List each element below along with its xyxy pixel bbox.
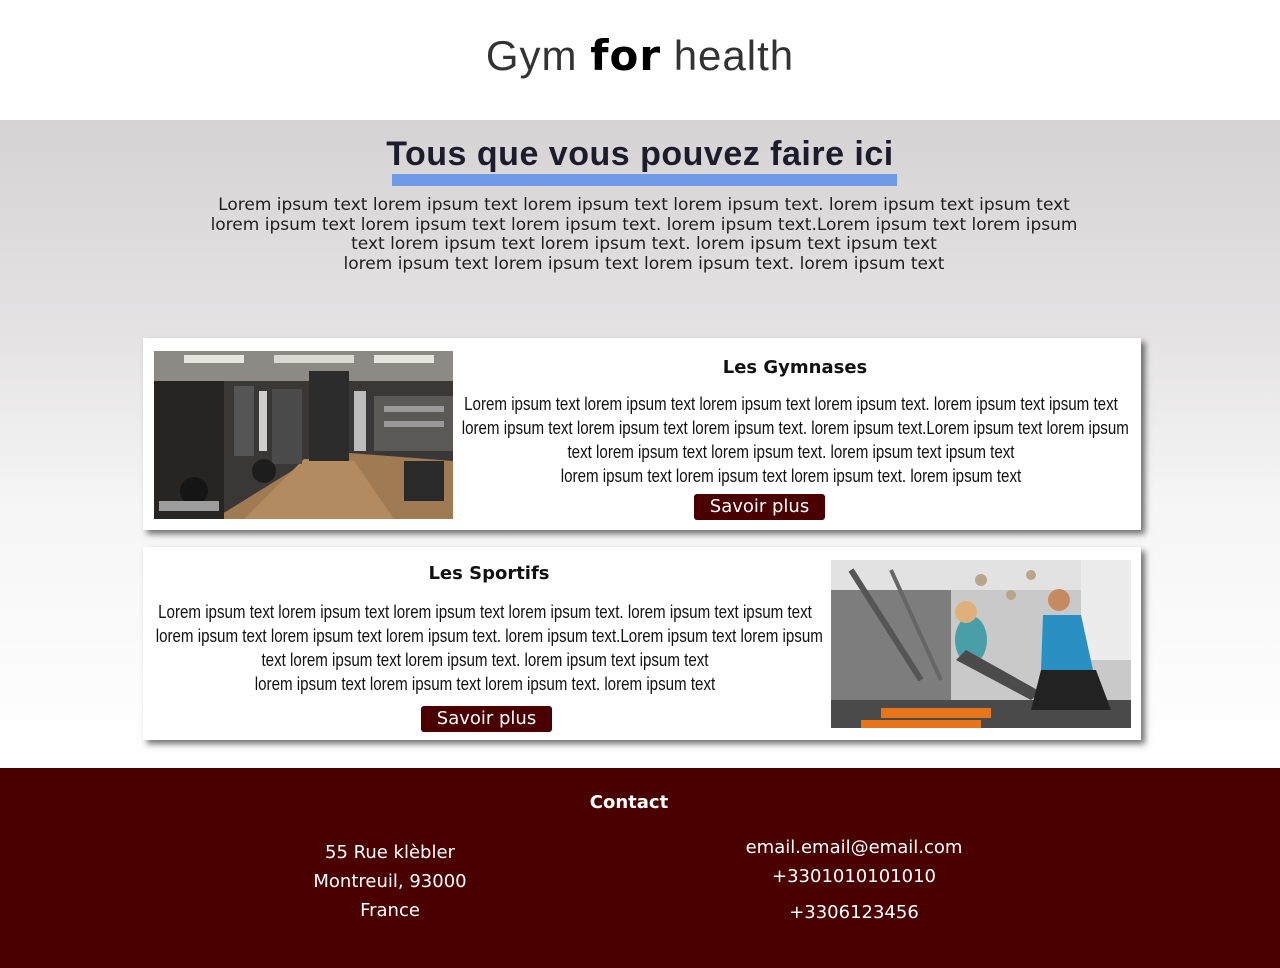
intro-line: lorem ipsum text lorem ipsum text lorem … xyxy=(343,253,945,274)
title-underline-bar xyxy=(392,174,897,186)
trainer-and-athlete-photo xyxy=(831,560,1131,728)
address-street: 55 Rue klèbler xyxy=(325,842,455,863)
contact-phone-link[interactable]: +3306123456 xyxy=(704,901,1004,925)
card-text-line: lorem ipsum text lorem ipsum text lorem … xyxy=(461,418,1129,438)
card-text-line: lorem ipsum text lorem ipsum text lorem … xyxy=(560,466,1022,486)
logo-word-for: for xyxy=(590,31,662,80)
card-text-line: Lorem ipsum text lorem ipsum text lorem … xyxy=(464,394,1118,414)
savoir-plus-button[interactable]: Savoir plus xyxy=(694,494,825,520)
logo-word-health: health xyxy=(661,32,795,79)
card-title: Les Sportifs xyxy=(428,563,550,584)
section-title-text: Tous que vous pouvez faire ici xyxy=(386,135,894,173)
gym-interior-photo xyxy=(154,351,453,519)
section-title: Tous que vous pouvez faire ici xyxy=(0,134,1280,174)
card-text-line: text lorem ipsum text lorem ipsum text. … xyxy=(567,442,1015,462)
card-text-line: lorem ipsum text lorem ipsum text lorem … xyxy=(254,674,716,694)
site-header: Gym for health xyxy=(0,0,1280,120)
site-footer: Contact 55 Rue klèbler Montreuil, 93000 … xyxy=(0,768,1280,968)
card-text-line: lorem ipsum text lorem ipsum text lorem … xyxy=(155,626,823,646)
footer-address: 55 Rue klèbler Montreuil, 93000 France xyxy=(240,838,540,925)
card-text: Lorem ipsum text lorem ipsum text lorem … xyxy=(461,392,1129,488)
address-city: Montreuil, 93000 xyxy=(313,871,467,892)
card-sportifs: Les Sportifs Lorem ipsum text lorem ipsu… xyxy=(143,547,1141,740)
card-title: Les Gymnases xyxy=(722,357,868,378)
logo-word-gym: Gym xyxy=(485,32,591,79)
card-text: Lorem ipsum text lorem ipsum text lorem … xyxy=(155,600,823,696)
main-section: Tous que vous pouvez faire ici Lorem ips… xyxy=(0,120,1280,768)
card-text-line: text lorem ipsum text lorem ipsum text. … xyxy=(261,650,709,670)
intro-line: text lorem ipsum text lorem ipsum text. … xyxy=(351,234,937,254)
footer-contact-details: email.email@email.com +3301010101010 +33… xyxy=(704,834,1004,925)
address-country: France xyxy=(360,900,420,921)
card-gymnases: Les Gymnases Lorem ipsum text lorem ipsu… xyxy=(143,338,1141,530)
card-text-line: Lorem ipsum text lorem ipsum text lorem … xyxy=(158,602,812,622)
site-logo[interactable]: Gym for health xyxy=(0,30,1280,82)
savoir-plus-button[interactable]: Savoir plus xyxy=(421,706,552,732)
contact-email-link[interactable]: email.email@email.com xyxy=(704,834,1004,862)
footer-contact-title: Contact xyxy=(589,792,669,813)
intro-paragraph: Lorem ipsum text lorem ipsum text lorem … xyxy=(136,195,1152,274)
intro-line: lorem ipsum text lorem ipsum text lorem … xyxy=(210,214,1078,235)
intro-line: Lorem ipsum text lorem ipsum text lorem … xyxy=(218,195,1070,215)
contact-phone-link[interactable]: +3301010101010 xyxy=(704,862,1004,892)
